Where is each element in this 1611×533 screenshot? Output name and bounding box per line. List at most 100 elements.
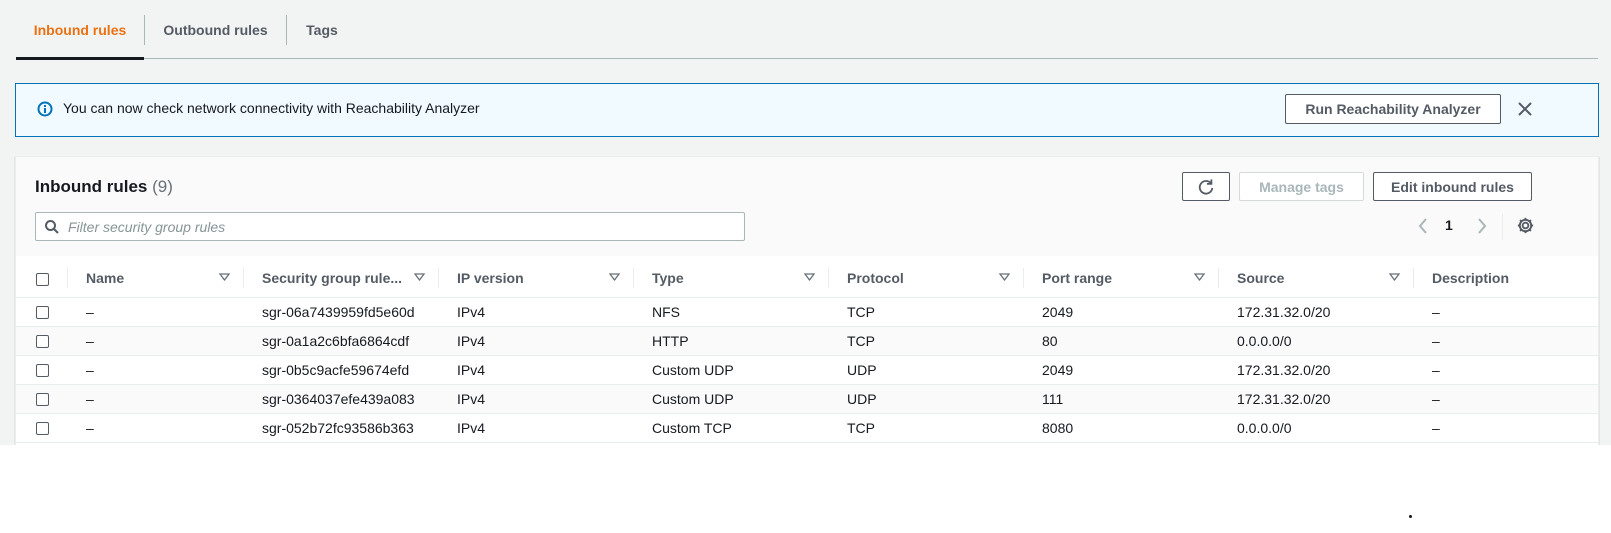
column-label: Source (1237, 269, 1285, 286)
cell-source: 0.0.0.0/0 (1219, 413, 1414, 443)
cell-description: – (1414, 384, 1598, 414)
sort-icon[interactable] (609, 273, 620, 281)
tab-outbound-rules[interactable]: Outbound rules (145, 0, 286, 59)
panel-header: Inbound rules (9) Manage tags Edit inbou… (16, 157, 1598, 256)
info-banner-message: You can now check network connectivity w… (63, 100, 480, 116)
row-checkbox[interactable] (36, 306, 49, 320)
select-all-checkbox[interactable] (36, 272, 49, 286)
cell-name: – (68, 297, 244, 327)
row-select-cell (16, 326, 68, 356)
sort-icon[interactable] (1194, 273, 1205, 281)
manage-tags-button[interactable]: Manage tags (1239, 172, 1364, 201)
cell-port-range: 111 (1024, 384, 1219, 414)
cell-type: Custom UDP (634, 355, 829, 385)
select-all-header (16, 259, 68, 298)
cell-port-range: 80 (1024, 326, 1219, 356)
table-row[interactable]: – sgr-0364037efe439a083 IPv4 Custom UDP … (16, 384, 1598, 414)
rule-count: (9) (152, 177, 173, 196)
cell-type: Custom UDP (634, 384, 829, 414)
cell-name: – (68, 384, 244, 414)
row-checkbox[interactable] (36, 393, 49, 407)
cell-name: – (68, 413, 244, 443)
chevron-left-icon[interactable] (1415, 215, 1431, 237)
column-label: Security group rule... (262, 269, 403, 286)
cell-description: – (1414, 297, 1598, 327)
cell-rule-id: sgr-0b5c9acfe59674efd (244, 355, 439, 385)
inbound-rules-panel: Inbound rules (9) Manage tags Edit inbou… (15, 156, 1599, 456)
table-row[interactable]: – sgr-0b5c9acfe59674efd IPv4 Custom UDP … (16, 355, 1598, 385)
table-row[interactable]: – sgr-06a7439959fd5e60d IPv4 NFS TCP 204… (16, 297, 1598, 327)
column-label: Type (652, 269, 684, 286)
sort-icon[interactable] (1389, 273, 1400, 281)
cell-port-range: 8080 (1024, 413, 1219, 443)
cell-ip-version: IPv4 (439, 297, 634, 327)
search-input[interactable] (68, 217, 728, 237)
sort-icon[interactable] (999, 273, 1010, 281)
row-checkbox[interactable] (36, 335, 49, 349)
cell-rule-id: sgr-0364037efe439a083 (244, 384, 439, 414)
cell-source: 172.31.32.0/20 (1219, 384, 1414, 414)
column-label: Name (86, 269, 125, 286)
gear-icon[interactable] (1516, 216, 1535, 235)
cell-ip-version: IPv4 (439, 326, 634, 356)
column-label: Protocol (847, 269, 904, 286)
close-icon[interactable] (1516, 100, 1534, 118)
column-label: Description (1432, 269, 1510, 286)
column-header-source[interactable]: Source (1219, 259, 1414, 298)
cell-source: 0.0.0.0/0 (1219, 326, 1414, 356)
rules-table: Name Security group rule... IP version T… (16, 259, 1598, 443)
cell-description: – (1414, 326, 1598, 356)
sort-icon[interactable] (219, 273, 230, 281)
row-checkbox[interactable] (36, 364, 49, 378)
column-label: Port range (1042, 269, 1113, 286)
column-header-rule-id[interactable]: Security group rule... (244, 259, 439, 298)
cell-type: Custom TCP (634, 413, 829, 443)
cell-protocol: UDP (829, 384, 1024, 414)
cell-description: – (1414, 413, 1598, 443)
column-header-ip-version[interactable]: IP version (439, 259, 634, 298)
cell-description: – (1414, 355, 1598, 385)
column-header-port-range[interactable]: Port range (1024, 259, 1219, 298)
cell-name: – (68, 326, 244, 356)
cell-protocol: TCP (829, 326, 1024, 356)
column-header-type[interactable]: Type (634, 259, 829, 298)
refresh-button[interactable] (1182, 172, 1230, 201)
cell-ip-version: IPv4 (439, 413, 634, 443)
cell-rule-id: sgr-052b72fc93586b363 (244, 413, 439, 443)
search-icon (45, 220, 59, 234)
tab-tags[interactable]: Tags (287, 0, 357, 59)
table-row[interactable]: – sgr-0a1a2c6bfa6864cdf IPv4 HTTP TCP 80… (16, 326, 1598, 356)
cell-port-range: 2049 (1024, 297, 1219, 327)
cell-type: HTTP (634, 326, 829, 356)
panel-title: Inbound rules (9) (35, 177, 173, 197)
table-row[interactable]: – sgr-052b72fc93586b363 IPv4 Custom TCP … (16, 413, 1598, 443)
search-box (35, 212, 745, 241)
info-banner: You can now check network connectivity w… (15, 83, 1599, 137)
sort-icon[interactable] (414, 273, 425, 281)
cell-ip-version: IPv4 (439, 355, 634, 385)
chevron-right-icon[interactable] (1474, 215, 1490, 237)
column-label: IP version (457, 269, 524, 286)
table-header-row: Name Security group rule... IP version T… (16, 259, 1598, 298)
run-reachability-analyzer-button[interactable]: Run Reachability Analyzer (1285, 94, 1501, 124)
edit-inbound-rules-button[interactable]: Edit inbound rules (1373, 172, 1532, 201)
cell-protocol: TCP (829, 297, 1024, 327)
cell-source: 172.31.32.0/20 (1219, 355, 1414, 385)
tab-inbound-rules[interactable]: Inbound rules (16, 0, 144, 60)
row-checkbox[interactable] (36, 422, 49, 436)
row-select-cell (16, 384, 68, 414)
row-select-cell (16, 297, 68, 327)
cell-port-range: 2049 (1024, 355, 1219, 385)
cell-ip-version: IPv4 (439, 384, 634, 414)
row-select-cell (16, 413, 68, 443)
cell-type: NFS (634, 297, 829, 327)
column-header-protocol[interactable]: Protocol (829, 259, 1024, 298)
column-header-description[interactable]: Description (1414, 259, 1598, 298)
column-header-name[interactable]: Name (68, 259, 244, 298)
info-icon (37, 101, 53, 117)
cell-protocol: TCP (829, 413, 1024, 443)
page-number[interactable]: 1 (1445, 217, 1453, 233)
cell-rule-id: sgr-0a1a2c6bfa6864cdf (244, 326, 439, 356)
sort-icon[interactable] (804, 273, 815, 281)
refresh-icon (1198, 179, 1214, 195)
